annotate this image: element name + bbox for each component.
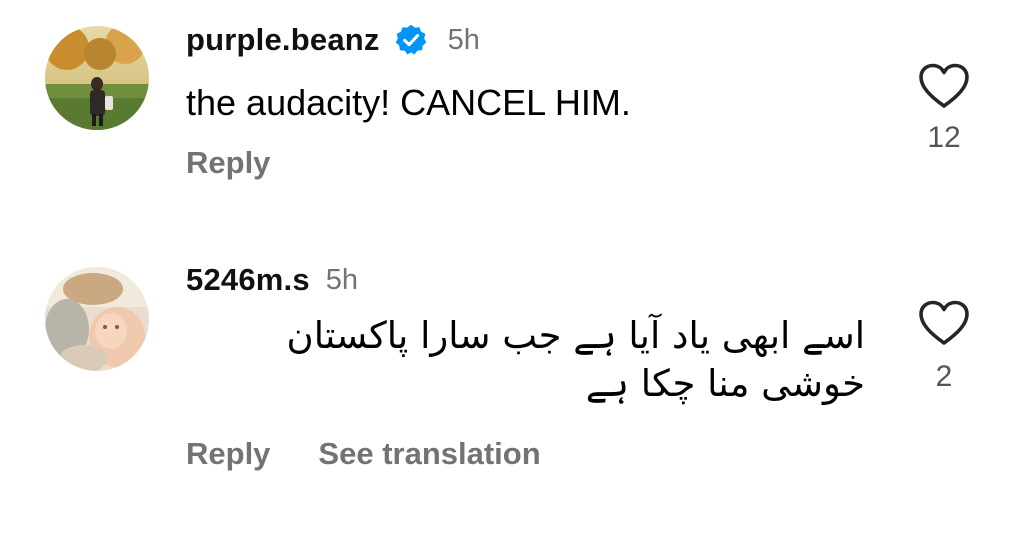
- like-column: 12: [915, 63, 973, 155]
- see-translation-button[interactable]: See translation: [318, 436, 540, 472]
- comment-header: 5246m.s 5h: [186, 262, 358, 298]
- heart-icon[interactable]: [918, 300, 970, 346]
- comment-actions: Reply: [186, 145, 270, 181]
- avatar[interactable]: [45, 26, 149, 130]
- heart-icon[interactable]: [918, 63, 970, 109]
- like-count: 2: [935, 360, 953, 393]
- avatar-photo: [45, 26, 149, 130]
- avatar[interactable]: [45, 267, 149, 371]
- username[interactable]: 5246m.s: [186, 262, 310, 298]
- username[interactable]: purple.beanz: [186, 22, 380, 58]
- comment-actions: Reply See translation: [186, 436, 541, 472]
- reply-button[interactable]: Reply: [186, 145, 270, 181]
- reply-button[interactable]: Reply: [186, 436, 270, 472]
- like-column: 2: [915, 300, 973, 394]
- comments-list: purple.beanz 5h the audacity! CANCEL HIM…: [0, 0, 1024, 533]
- comment-item: 5246m.s 5h اسے ابھی یاد آیا ہے جب سارا پ…: [0, 250, 1024, 533]
- comment-time: 5h: [325, 263, 359, 296]
- verified-badge-icon: [394, 23, 428, 57]
- comment-text: اسے ابھی یاد آیا ہے جب سارا پاکستان خوشی…: [286, 314, 865, 405]
- comment-header: purple.beanz 5h: [186, 22, 480, 58]
- comment-time: 5h: [447, 23, 480, 56]
- comment-item: purple.beanz 5h the audacity! CANCEL HIM…: [0, 0, 1024, 230]
- avatar-photo: [45, 267, 149, 371]
- comment-text: the audacity! CANCEL HIM.: [186, 82, 631, 123]
- like-count: 12: [927, 121, 961, 154]
